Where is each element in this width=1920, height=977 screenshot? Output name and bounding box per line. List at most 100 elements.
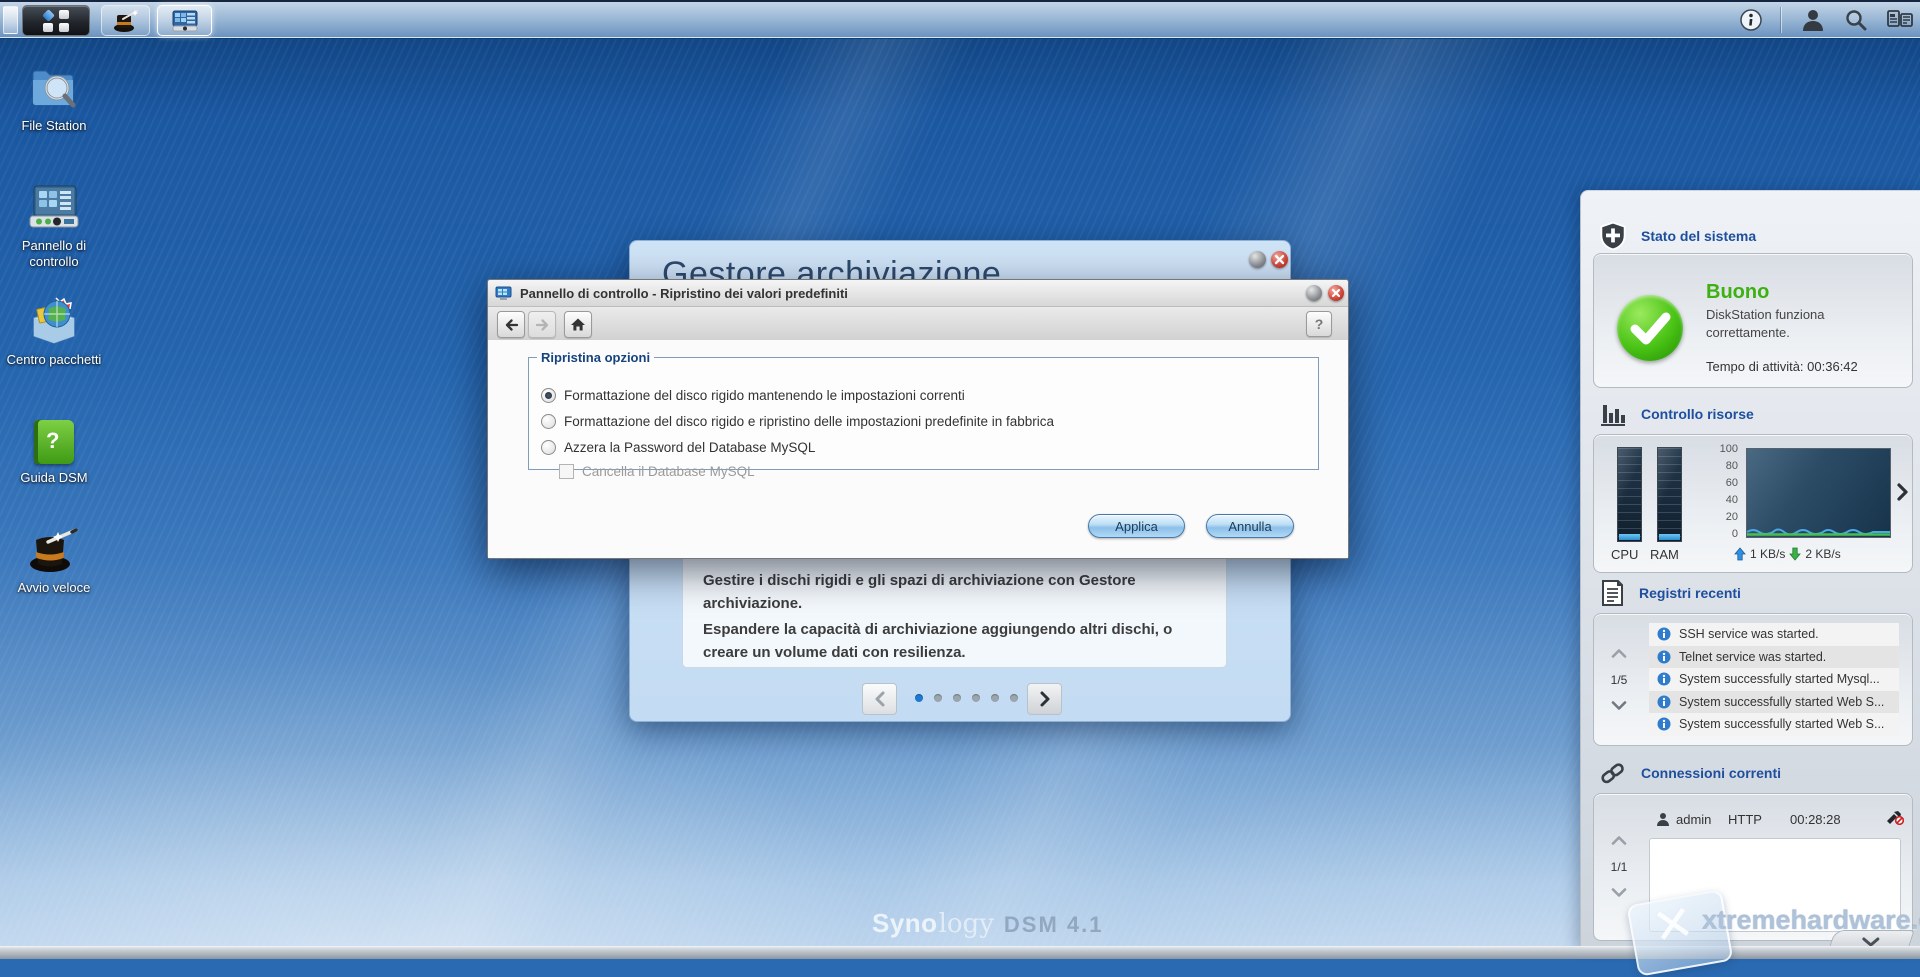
taskbar <box>0 0 1920 38</box>
connection-duration: 00:28:28 <box>1790 811 1841 827</box>
carousel-next-button[interactable] <box>1027 683 1062 715</box>
dialog-titlebar[interactable]: Pannello di controllo - Ripristino dei v… <box>488 280 1348 307</box>
dialog-title: Pannello di controllo - Ripristino dei v… <box>520 285 848 301</box>
help-button[interactable]: ? <box>1306 311 1332 337</box>
log-document-icon <box>1602 580 1623 606</box>
taskbar-quick-start-button[interactable] <box>101 5 150 36</box>
info-badge-icon <box>1657 627 1671 641</box>
cpu-gauge <box>1617 447 1642 542</box>
main-menu-button[interactable] <box>22 5 90 36</box>
checkbox-delete-mysql-database: Cancella il Database MySQL <box>559 464 755 479</box>
desktop-icon-control-panel[interactable]: Pannello di controllo <box>4 180 104 269</box>
close-icon[interactable] <box>1271 251 1288 268</box>
search-icon[interactable] <box>1844 8 1868 32</box>
log-row: Telnet service was started. <box>1649 645 1899 668</box>
download-arrow-icon <box>1789 547 1802 561</box>
apply-button[interactable]: Applica <box>1088 514 1185 538</box>
radio-icon[interactable] <box>541 440 556 455</box>
carousel-dot[interactable] <box>953 694 961 702</box>
home-button[interactable] <box>564 311 592 338</box>
page-down-chevron[interactable] <box>1611 884 1627 902</box>
info-badge-icon <box>1657 650 1671 664</box>
screen-bottom-strip <box>0 946 1920 959</box>
widgets-icon[interactable] <box>1886 8 1914 32</box>
desktop-icon-label: Pannello di controllo <box>21 238 87 269</box>
carousel-dot[interactable] <box>1010 694 1018 702</box>
connection-user: admin <box>1676 811 1712 827</box>
info-badge-icon <box>1657 717 1671 731</box>
logs-pagination: 1/5 <box>1594 614 1644 745</box>
control-panel-big-icon <box>29 185 79 228</box>
help-label: ? <box>1314 316 1324 332</box>
info-icon[interactable] <box>1739 8 1763 32</box>
desktop-icon-label: Guida DSM <box>20 470 88 485</box>
radio-icon[interactable] <box>541 414 556 429</box>
log-text: System successfully started Web S... <box>1679 717 1885 732</box>
status-value: Buono <box>1706 281 1770 303</box>
forward-arrow-icon <box>535 318 548 331</box>
connections-page-indicator: 1/1 <box>1610 860 1628 874</box>
carousel-prev-button[interactable] <box>862 683 897 715</box>
dsm-version-text: DSM 4.1 <box>1003 912 1104 937</box>
radio-reset-mysql-password[interactable]: Azzera la Password del Database MySQL <box>541 440 815 455</box>
radio-label: Azzera la Password del Database MySQL <box>564 440 816 455</box>
forward-button <box>528 311 556 338</box>
dialog-body: Ripristina opzioni Formattazione del dis… <box>488 340 1348 558</box>
brand-text-light: logy <box>938 909 994 939</box>
radio-selected-icon[interactable] <box>541 388 556 403</box>
axis-tick: 0 <box>1731 528 1738 540</box>
logs-page-indicator: 1/5 <box>1610 672 1628 687</box>
log-row: System successfully started Web S... <box>1649 690 1899 713</box>
axis-tick: 40 <box>1725 494 1738 506</box>
radio-format-keep-settings[interactable]: Formattazione del disco rigido mantenend… <box>541 388 965 403</box>
connections-pagination: 1/1 <box>1594 794 1644 940</box>
minimize-button[interactable] <box>1249 251 1266 268</box>
control-panel-mini-icon <box>495 286 512 300</box>
checkbox-label: Cancella il Database MySQL <box>582 464 755 479</box>
user-icon[interactable] <box>1800 7 1826 33</box>
magic-hat-big-icon <box>30 528 78 572</box>
minimize-button[interactable] <box>1306 285 1322 301</box>
disconnect-icon[interactable] <box>1886 810 1905 828</box>
axis-tick: 100 <box>1719 443 1738 455</box>
taskbar-separator <box>1781 6 1782 33</box>
axis-tick: 20 <box>1725 511 1738 523</box>
log-text: System successfully started Mysql... <box>1679 672 1880 687</box>
resource-expand-chevron[interactable] <box>1897 483 1908 506</box>
shield-icon <box>1600 221 1626 251</box>
cancel-button[interactable]: Annulla <box>1206 514 1294 538</box>
desktop-icon-dsm-help[interactable]: Guida DSM <box>4 412 104 486</box>
carousel-dot[interactable] <box>934 694 942 702</box>
carousel-dot[interactable] <box>972 694 980 702</box>
page-down-chevron[interactable] <box>1611 697 1627 715</box>
carousel-dots <box>915 694 1018 702</box>
desktop-icon-file-station[interactable]: File Station <box>4 60 104 134</box>
close-icon[interactable] <box>1328 285 1344 301</box>
taskbar-handle[interactable] <box>3 6 18 34</box>
back-button[interactable] <box>497 311 525 338</box>
recent-logs-card: 1/5 SSH service was started. Telnet serv… <box>1593 613 1913 746</box>
connection-row: admin HTTP 00:28:28 <box>1656 810 1905 828</box>
cpu-label: CPU <box>1611 547 1639 562</box>
page-up-chevron[interactable] <box>1611 832 1627 850</box>
checkbox-icon <box>559 464 574 479</box>
log-row: SSH service was started. <box>1649 623 1899 646</box>
desktop-icon-package-center[interactable]: Centro pacchetti <box>4 294 104 368</box>
storage-description-line2: Espandere la capacità di archiviazione a… <box>703 620 1173 661</box>
widget-title: Stato del sistema <box>1641 228 1757 244</box>
ram-label: RAM <box>1650 547 1679 562</box>
log-row: System successfully started Web S... <box>1649 713 1899 736</box>
control-panel-icon <box>172 10 197 31</box>
upload-rate: 1 KB/s <box>1750 547 1786 561</box>
status-description: DiskStation funziona correttamente. <box>1706 307 1825 340</box>
resource-monitor-header: Controllo risorse <box>1599 401 1754 427</box>
radio-format-factory-defaults[interactable]: Formattazione del disco rigido e riprist… <box>541 414 1054 429</box>
taskbar-control-panel-button-active[interactable] <box>157 5 212 36</box>
restore-defaults-dialog: Pannello di controllo - Ripristino dei v… <box>487 279 1349 559</box>
ram-gauge <box>1657 447 1682 542</box>
desktop-icon-quick-start[interactable]: Avvio veloce <box>4 522 104 596</box>
package-center-icon <box>33 297 75 344</box>
carousel-dot-active[interactable] <box>915 694 923 702</box>
carousel-dot[interactable] <box>991 694 999 702</box>
page-up-chevron[interactable] <box>1611 645 1627 663</box>
